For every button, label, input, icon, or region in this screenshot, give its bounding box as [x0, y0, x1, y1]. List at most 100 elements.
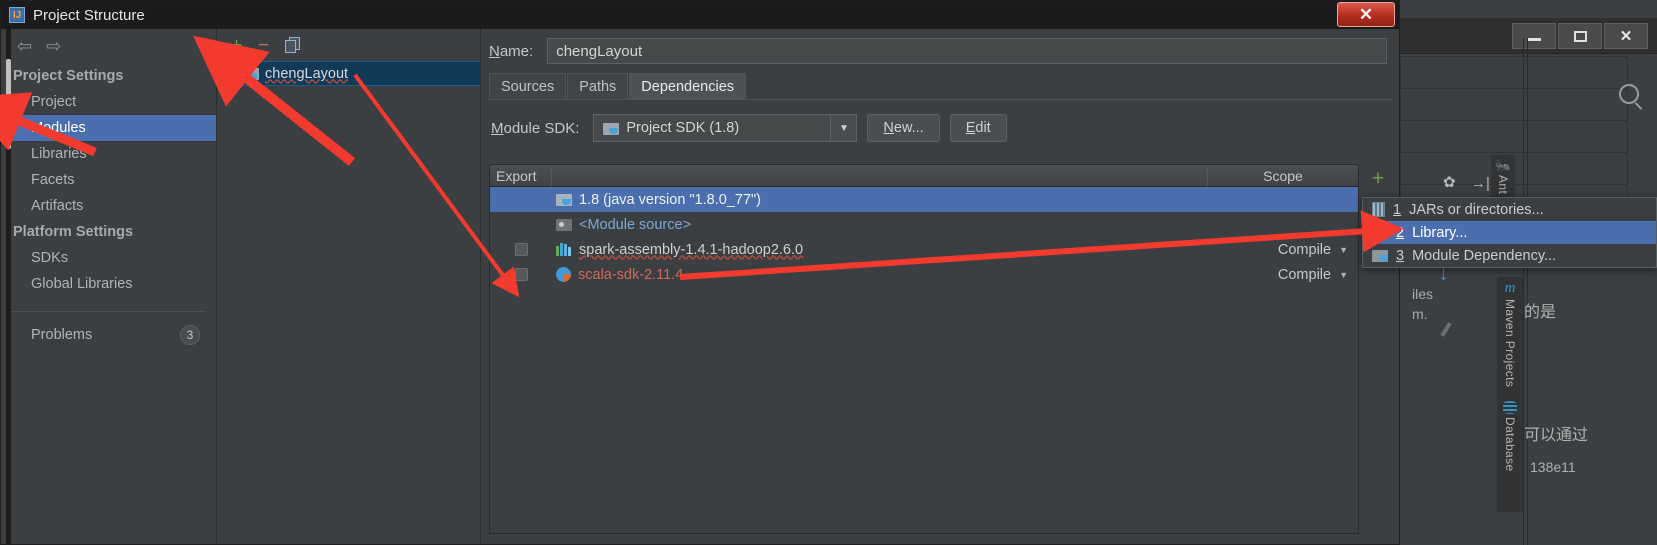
- name-label: Name:: [489, 42, 534, 60]
- dependencies-table: Export Scope 1.8 (java version "1.8.0_77…: [489, 164, 1359, 534]
- module-name: chengLayout: [265, 65, 349, 82]
- jar-icon: [1372, 202, 1385, 217]
- menu-item-number: 2: [1396, 224, 1405, 241]
- module-icon: [1372, 249, 1388, 262]
- add-dependency-popup-menu: 1 JARs or directories... 2 Library... 3 …: [1362, 197, 1657, 268]
- export-cell: [490, 243, 552, 256]
- gear-icon[interactable]: ✿: [1443, 175, 1457, 190]
- sidebar-divider: [11, 311, 206, 312]
- tool-tab-maven[interactable]: m Maven Projects: [1497, 277, 1523, 407]
- chevron-down-icon[interactable]: ▼: [830, 115, 857, 141]
- export-checkbox[interactable]: [514, 243, 528, 256]
- project-structure-dialog: IJ Project Structure ✕ ⇦ ⇨ Project Setti…: [0, 0, 1400, 545]
- scope-cell[interactable]: Compile ▼: [1208, 242, 1358, 258]
- scope-value: Compile: [1277, 241, 1332, 258]
- chevron-down-icon[interactable]: ▼: [1339, 245, 1348, 255]
- sidebar-group-project-settings: Project Settings: [13, 68, 124, 84]
- scope-value: Compile: [1277, 266, 1332, 283]
- remove-module-icon[interactable]: −: [258, 36, 269, 55]
- minimize-button[interactable]: [1512, 23, 1556, 49]
- tool-tab-ant-label: Ant: [1496, 175, 1510, 195]
- window-controls: ✕: [1512, 23, 1648, 49]
- column-header-scope[interactable]: Scope: [1208, 165, 1358, 186]
- sidebar-item-sdks[interactable]: SDKs: [1, 245, 216, 271]
- module-detail-panel: Name: Sources Paths Dependencies Module …: [481, 29, 1399, 544]
- back-icon[interactable]: ⇦: [17, 37, 32, 55]
- table-row[interactable]: spark-assembly-1.4.1-hadoop2.6.0 Compile…: [490, 237, 1358, 262]
- tab-sources[interactable]: Sources: [489, 73, 567, 99]
- menu-item-module-dependency[interactable]: 3 Module Dependency...: [1363, 244, 1656, 267]
- ant-icon: 🐜: [1494, 158, 1512, 173]
- maximize-button[interactable]: [1558, 23, 1602, 49]
- chevron-down-icon[interactable]: ▼: [1339, 270, 1348, 280]
- dialog-close-button[interactable]: ✕: [1337, 2, 1395, 27]
- table-row[interactable]: 1.8 (java version "1.8.0_77"): [490, 187, 1358, 212]
- module-sdk-label: Module SDK:: [491, 119, 580, 137]
- bg-text-fragment-5: 138e11: [1530, 459, 1576, 475]
- column-header-export[interactable]: Export: [490, 165, 552, 186]
- menu-item-label: Library...: [1412, 224, 1468, 241]
- add-dependency-button[interactable]: +: [1372, 168, 1384, 189]
- search-icon[interactable]: [1619, 84, 1639, 104]
- menu-item-label: Module Dependency...: [1412, 247, 1557, 264]
- dependency-name-cell: 1.8 (java version "1.8.0_77"): [552, 192, 1208, 208]
- maven-icon: m: [1504, 280, 1516, 296]
- sidebar-group-platform-settings: Platform Settings: [13, 224, 134, 240]
- sidebar-item-global-libraries[interactable]: Global Libraries: [1, 271, 216, 297]
- export-checkbox[interactable]: [514, 268, 528, 281]
- dependency-name-cell: scala-sdk-2.11.4: [552, 267, 1208, 283]
- sdk-folder-icon: [603, 122, 620, 135]
- module-source-icon: [556, 218, 572, 231]
- sidebar-item-project[interactable]: Project: [1, 89, 216, 115]
- library-icon: [1372, 226, 1388, 239]
- sidebar-nav: ⇦ ⇨: [1, 29, 216, 63]
- close-window-button[interactable]: ✕: [1604, 23, 1648, 49]
- modules-list-panel: + − chengLayout: [217, 29, 481, 544]
- tool-tab-database[interactable]: Database: [1497, 397, 1523, 512]
- bg-text-fragment-2: m.: [1412, 306, 1428, 322]
- scope-cell[interactable]: Compile ▼: [1208, 267, 1358, 283]
- settings-sidebar: ⇦ ⇨ Project Settings Project Modules Lib…: [1, 29, 217, 545]
- idea-logo-icon: IJ: [9, 7, 25, 23]
- sidebar-item-modules[interactable]: Modules: [1, 115, 216, 141]
- tool-tab-database-label: Database: [1503, 417, 1517, 472]
- table-row[interactable]: <Module source>: [490, 212, 1358, 237]
- table-header: Export Scope: [490, 165, 1358, 187]
- bg-text-fragment-3: 的是: [1524, 304, 1557, 321]
- dependency-name-cell: spark-assembly-1.4.1-hadoop2.6.0: [552, 242, 1208, 258]
- export-cell: [490, 268, 552, 281]
- background-ide-window: ✕ ✿ →|: [1395, 18, 1657, 545]
- module-list-item[interactable]: chengLayout: [217, 61, 480, 86]
- jdk-icon: [556, 193, 572, 206]
- new-sdk-button[interactable]: New...: [867, 114, 940, 142]
- edit-sdk-button[interactable]: Edit: [949, 114, 1007, 142]
- dialog-title: Project Structure: [33, 6, 145, 24]
- detail-tabs: Sources Paths Dependencies: [481, 73, 1399, 99]
- module-sdk-combo[interactable]: Project SDK (1.8) ▼: [593, 114, 858, 142]
- tab-paths[interactable]: Paths: [567, 73, 629, 99]
- sidebar-item-problems[interactable]: Problems 3: [1, 320, 216, 350]
- column-header-name[interactable]: [552, 165, 1208, 186]
- collapse-icon[interactable]: →|: [1471, 175, 1490, 192]
- dependency-name-cell: <Module source>: [552, 217, 1208, 233]
- modules-toolbar: + −: [217, 29, 480, 61]
- sidebar-item-facets[interactable]: Facets: [1, 167, 216, 193]
- dialog-titlebar: IJ Project Structure ✕: [1, 1, 1399, 29]
- add-module-icon[interactable]: +: [231, 36, 242, 55]
- sidebar-scrollbar-thumb[interactable]: [6, 59, 11, 149]
- library-icon: [556, 243, 572, 256]
- dependency-label: spark-assembly-1.4.1-hadoop2.6.0: [579, 241, 804, 258]
- dependency-label: scala-sdk-2.11.4: [578, 266, 684, 283]
- sidebar-item-artifacts[interactable]: Artifacts: [1, 193, 216, 219]
- module-name-input[interactable]: [547, 38, 1387, 64]
- menu-item-library[interactable]: 2 Library...: [1363, 221, 1656, 244]
- menu-item-jars-or-directories[interactable]: 1 JARs or directories...: [1363, 198, 1656, 221]
- tool-tab-maven-label: Maven Projects: [1503, 299, 1517, 388]
- table-row[interactable]: scala-sdk-2.11.4 Compile ▼: [490, 262, 1358, 287]
- database-icon: [1503, 401, 1517, 414]
- sidebar-item-libraries[interactable]: Libraries: [1, 141, 216, 167]
- tab-dependencies[interactable]: Dependencies: [629, 73, 747, 99]
- forward-icon[interactable]: ⇨: [46, 37, 61, 55]
- copy-module-icon[interactable]: [285, 37, 301, 53]
- dependency-label: <Module source>: [579, 216, 692, 233]
